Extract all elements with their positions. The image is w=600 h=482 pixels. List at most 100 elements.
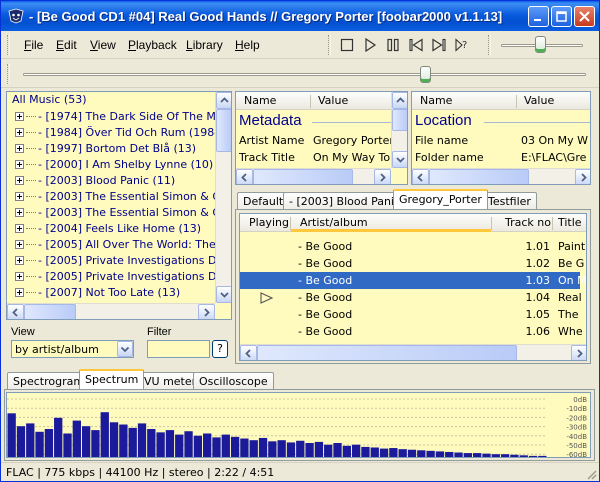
playlist-row[interactable]: - Be Good 1.03 On M: [240, 272, 586, 289]
scroll-down-button[interactable]: [392, 151, 407, 168]
spectrum-display[interactable]: 0dB -10dB -20dB -30dB -40dB -50dB -60dB: [6, 392, 591, 459]
pause-icon[interactable]: [385, 37, 401, 53]
filter-help-button[interactable]: ?: [212, 340, 228, 358]
col-name[interactable]: Name: [420, 94, 452, 107]
properties-panel-right[interactable]: Name Value Location File name 03 On My W…: [411, 91, 591, 185]
tree-item[interactable]: - [2005] Private Investigations Disc 2: [15, 270, 231, 286]
prop-value[interactable]: 03 On My W: [521, 134, 590, 147]
scroll-right-button[interactable]: [575, 169, 590, 184]
scroll-thumb[interactable]: [253, 169, 353, 184]
toolbar-grip[interactable]: [7, 35, 10, 55]
scroll-right-button[interactable]: [198, 304, 215, 319]
title-bar[interactable]: - [Be Good CD1 #04] Real Good Hands // G…: [1, 1, 599, 31]
prop-value[interactable]: E:\FLAC\Gre: [521, 151, 590, 164]
playlist-row[interactable]: - Be Good 1.04 Real: [240, 289, 582, 306]
tree-item[interactable]: - [1974] The Dark Side Of The Moon (: [15, 110, 231, 126]
tree-item[interactable]: - [2003] Blood Panic (11): [15, 174, 175, 190]
tree-item[interactable]: - [2007] Not Too Late (13): [15, 286, 180, 302]
expand-icon[interactable]: [15, 288, 24, 297]
prop-value[interactable]: Gregory Porter: [313, 134, 392, 147]
minimize-button[interactable]: [528, 6, 549, 27]
expand-icon[interactable]: [15, 112, 24, 121]
expand-icon[interactable]: [15, 144, 24, 153]
tree-item[interactable]: - [2003] The Essential Simon & Garfur: [15, 190, 231, 206]
expand-icon[interactable]: [15, 128, 24, 137]
tab-oscilloscope[interactable]: Oscilloscope: [193, 372, 274, 390]
tree-hscroll[interactable]: [7, 303, 215, 319]
tree-item[interactable]: - [2005] Private Investigations Disc 1: [15, 254, 231, 270]
prop-name[interactable]: Track Title: [239, 151, 295, 164]
filter-input[interactable]: [147, 340, 210, 358]
random-icon[interactable]: ?: [454, 37, 470, 53]
expand-icon[interactable]: [15, 256, 24, 265]
col-value[interactable]: Value: [318, 94, 348, 107]
col-value[interactable]: Value: [524, 94, 554, 107]
toolbar-grip[interactable]: [488, 35, 491, 55]
scroll-thumb[interactable]: [429, 169, 529, 184]
tree-item[interactable]: - [1997] Bortom Det Blå (13): [15, 142, 196, 158]
maximize-button[interactable]: [551, 6, 572, 27]
col-title[interactable]: Title: [558, 216, 582, 229]
seek-slider[interactable]: [420, 66, 431, 83]
col-name[interactable]: Name: [244, 94, 276, 107]
props-hscroll[interactable]: [236, 168, 391, 184]
scroll-down-button[interactable]: [216, 286, 231, 303]
toolbar-grip[interactable]: [328, 35, 331, 55]
col-artist-album[interactable]: Artist/album: [300, 216, 368, 229]
menu-view[interactable]: View: [90, 38, 116, 52]
next-icon[interactable]: [431, 37, 447, 53]
volume-slider[interactable]: [535, 36, 546, 53]
expand-icon[interactable]: [15, 176, 24, 185]
playlist-row[interactable]: - Be Good 1.01 Paint: [240, 238, 585, 255]
tab-testfiler[interactable]: Testfiler: [482, 192, 537, 210]
scroll-left-button[interactable]: [240, 345, 257, 360]
menu-library[interactable]: Library: [186, 38, 223, 52]
tab-spectrogram[interactable]: Spectrogram: [7, 372, 91, 390]
expand-icon[interactable]: [15, 208, 24, 217]
properties-panel-left[interactable]: Name Value Metadata Artist Name Gregory …: [235, 91, 408, 185]
prop-name[interactable]: Artist Name: [239, 134, 304, 147]
tab-gregory-porter[interactable]: Gregory_Porter: [393, 189, 488, 209]
expand-icon[interactable]: [15, 192, 24, 201]
stop-icon[interactable]: [339, 37, 355, 53]
playlist-row[interactable]: - Be Good 1.02 Be G: [240, 255, 584, 272]
col-separator[interactable]: [310, 95, 311, 108]
expand-icon[interactable]: [15, 240, 24, 249]
menu-playback[interactable]: Playback: [128, 38, 177, 52]
tab-blood-panic[interactable]: - [2003] Blood Panic: [283, 192, 407, 210]
menu-edit[interactable]: Edit: [56, 38, 77, 52]
play-icon[interactable]: [362, 37, 378, 53]
scroll-up-button[interactable]: [216, 92, 231, 109]
scroll-up-button[interactable]: [392, 92, 407, 109]
playlist-row[interactable]: - Be Good 1.06 Whe: [240, 323, 583, 340]
tab-default[interactable]: Default: [237, 192, 290, 210]
props-vscroll[interactable]: [391, 92, 407, 168]
tree-item[interactable]: - [2005] All Over The World: The Very: [15, 238, 231, 254]
tree-root[interactable]: All Music (53): [12, 93, 87, 109]
prop-name[interactable]: File name: [415, 134, 468, 147]
playlist-hscroll[interactable]: [240, 344, 586, 360]
tab-spectrum[interactable]: Spectrum: [79, 369, 145, 389]
playlist-row[interactable]: - Be Good 1.05 The: [240, 306, 580, 323]
col-separator[interactable]: [491, 217, 492, 230]
menu-help[interactable]: Help: [235, 38, 260, 52]
col-separator[interactable]: [516, 95, 517, 108]
scroll-left-button[interactable]: [412, 169, 429, 184]
scroll-thumb[interactable]: [392, 109, 407, 131]
scroll-left-button[interactable]: [7, 304, 24, 319]
view-combo[interactable]: by artist/album: [11, 340, 134, 358]
toolbar-grip[interactable]: [7, 64, 10, 84]
scroll-right-button[interactable]: [571, 345, 586, 360]
library-tree[interactable]: All Music (53) - [1974] The Dark Side Of…: [6, 91, 232, 320]
playlist-view[interactable]: Playing Artist/album Track no Title - Be…: [239, 213, 587, 361]
resize-grip-icon[interactable]: [585, 468, 597, 480]
col-playing[interactable]: Playing: [249, 216, 289, 229]
expand-icon[interactable]: [15, 160, 24, 169]
view-combo-button[interactable]: [117, 341, 133, 357]
tree-item[interactable]: - [2003] The Essential Simon & Garfur: [15, 206, 231, 222]
scroll-thumb[interactable]: [257, 345, 517, 360]
scroll-thumb[interactable]: [216, 109, 231, 152]
prop-value[interactable]: On My Way To H: [313, 151, 392, 164]
tree-vscroll[interactable]: [215, 92, 231, 303]
props-hscroll[interactable]: [412, 168, 590, 184]
